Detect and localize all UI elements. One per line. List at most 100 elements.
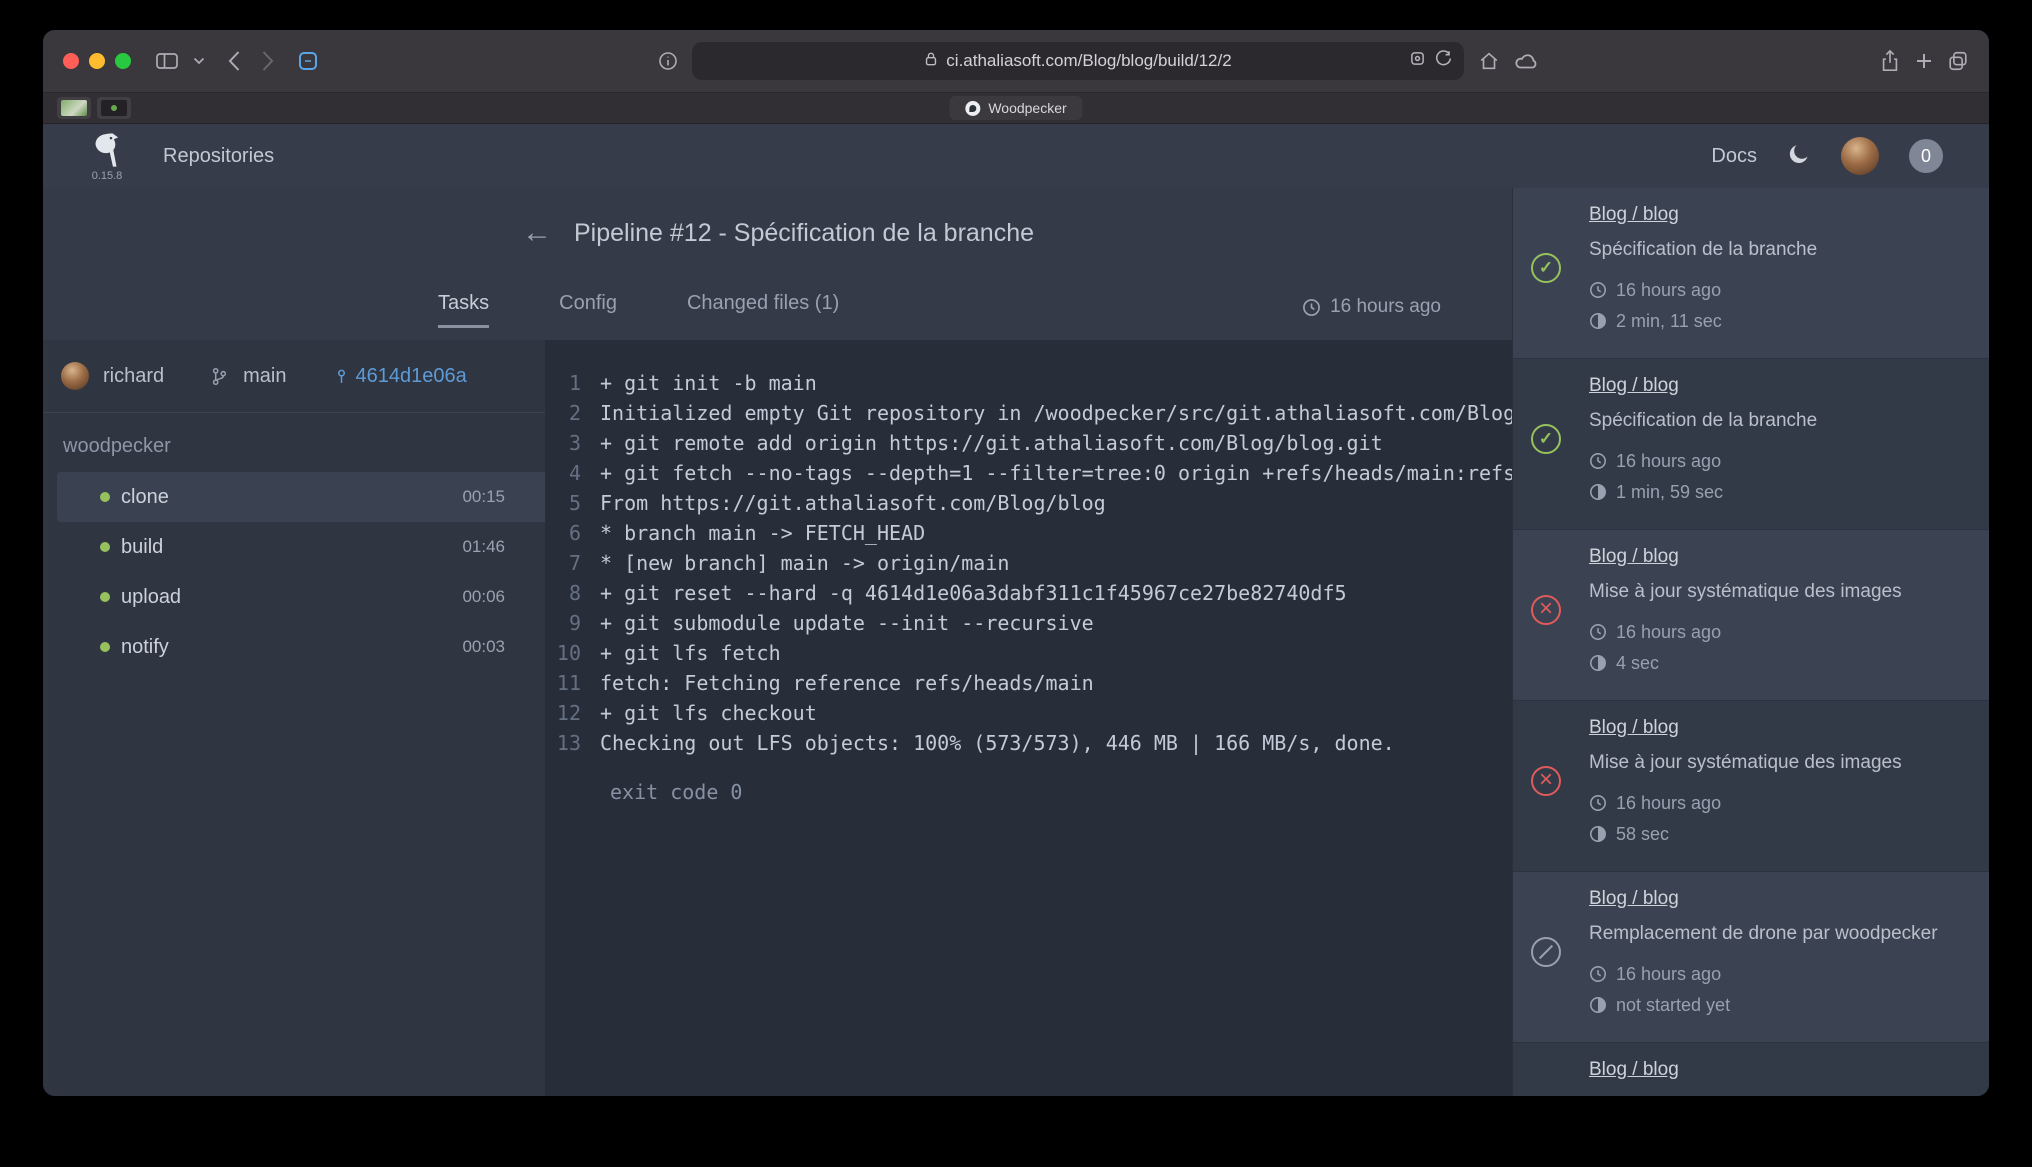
- clock-icon: [1589, 965, 1607, 983]
- reload-icon[interactable]: [1435, 50, 1452, 72]
- page-info-icon[interactable]: [658, 51, 678, 71]
- active-browser-tab[interactable]: Woodpecker: [949, 96, 1082, 120]
- app-version: 0.15.8: [92, 171, 123, 182]
- back-button-icon[interactable]: [227, 50, 241, 72]
- pipeline-tab[interactable]: Changed files (1): [687, 292, 839, 328]
- new-tab-icon[interactable]: [1915, 52, 1933, 70]
- pinned-tab-1[interactable]: [57, 97, 91, 119]
- time-ago-text: 16 hours ago: [1616, 622, 1721, 643]
- repo-link[interactable]: Blog / blog: [1589, 886, 1679, 912]
- build-meta: richard main 4614d1e06a: [43, 340, 545, 412]
- sidebar-toggle-icon[interactable]: [155, 51, 179, 71]
- pipeline-tab[interactable]: Config: [559, 292, 617, 328]
- branch-name: main: [243, 365, 286, 388]
- minimize-window-button[interactable]: [89, 53, 105, 69]
- home-icon[interactable]: [1478, 50, 1500, 72]
- pipeline-tab[interactable]: Tasks: [438, 292, 489, 328]
- duration-text: 1 min, 59 sec: [1616, 482, 1723, 503]
- time-ago-text: 16 hours ago: [1616, 793, 1721, 814]
- zoom-window-button[interactable]: [115, 53, 131, 69]
- log-line-number[interactable]: 5: [555, 488, 581, 518]
- log-line-number[interactable]: 11: [555, 668, 581, 698]
- tasks-panel: richard main 4614d1e06a woodpeck: [43, 340, 545, 1096]
- pipeline-status-icon: [1531, 424, 1561, 454]
- task-status-dot: [100, 642, 110, 652]
- repo-link[interactable]: Blog / blog: [1589, 544, 1679, 570]
- pipeline-status-icon: [1531, 253, 1561, 283]
- time-ago-text: 16 hours ago: [1616, 964, 1721, 985]
- lock-icon: [924, 51, 938, 72]
- log-line: 6 * branch main -> FETCH_HEAD: [555, 518, 1513, 548]
- tab-overview-icon[interactable]: [1947, 50, 1969, 72]
- pipeline-list-item[interactable]: Blog / blog Spécification de la branche …: [1513, 188, 1989, 359]
- log-line-number[interactable]: 12: [555, 698, 581, 728]
- pipeline-list-item[interactable]: Blog / blog Mise à jour systématique des…: [1513, 530, 1989, 701]
- repo-link[interactable]: Blog / blog: [1589, 1057, 1679, 1083]
- queue-count-badge[interactable]: 0: [1909, 139, 1943, 173]
- log-line-number[interactable]: 2: [555, 398, 581, 428]
- log-line-number[interactable]: 7: [555, 548, 581, 578]
- clock-icon: [1589, 794, 1607, 812]
- author-name: richard: [103, 365, 164, 388]
- woodpecker-app: 0.15.8 Repositories Docs 0 ← Pipeline #1…: [43, 124, 1989, 1096]
- url-text: ci.athaliasoft.com/Blog/blog/build/12/2: [946, 51, 1231, 71]
- log-line-number[interactable]: 10: [555, 638, 581, 668]
- log-line-text: + git fetch --no-tags --depth=1 --filter…: [600, 458, 1513, 488]
- log-line-number[interactable]: 4: [555, 458, 581, 488]
- nav-docs-link[interactable]: Docs: [1711, 145, 1757, 168]
- task-status-dot: [100, 492, 110, 502]
- log-line-number[interactable]: 3: [555, 428, 581, 458]
- log-line-number[interactable]: 6: [555, 518, 581, 548]
- repo-link[interactable]: Blog / blog: [1589, 202, 1679, 228]
- task-group-label: woodpecker: [43, 413, 545, 472]
- log-line-text: + git init -b main: [600, 368, 817, 398]
- pinned-tab-2[interactable]: [97, 97, 131, 119]
- task-row[interactable]: clone 00:15: [57, 472, 545, 522]
- pipeline-list-item[interactable]: Blog / blog Mise à jour systématique des…: [1513, 701, 1989, 872]
- log-line-number[interactable]: 9: [555, 608, 581, 638]
- log-line-text: Checking out LFS objects: 100% (573/573)…: [600, 728, 1395, 758]
- desktop-background: ci.athaliasoft.com/Blog/blog/build/12/2: [0, 0, 2032, 1167]
- share-icon[interactable]: [1879, 49, 1901, 73]
- cloud-tabs-icon[interactable]: [1514, 51, 1540, 71]
- repo-link[interactable]: Blog / blog: [1589, 715, 1679, 741]
- tab-title: Woodpecker: [988, 100, 1066, 116]
- commit-link[interactable]: 4614d1e06a: [333, 365, 467, 388]
- log-line-number[interactable]: 8: [555, 578, 581, 608]
- woodpecker-logo[interactable]: 0.15.8: [89, 131, 125, 182]
- pipeline-status-icon: [1531, 595, 1561, 625]
- log-line-number[interactable]: 13: [555, 728, 581, 758]
- commit-message: Remplacement de drone par woodpecker: [1589, 1092, 1969, 1096]
- browser-toolbar: ci.athaliasoft.com/Blog/blog/build/12/2: [43, 30, 1989, 93]
- log-line: 2 Initialized empty Git repository in /w…: [555, 398, 1513, 428]
- task-row[interactable]: upload 00:06: [57, 572, 545, 622]
- chevron-down-icon[interactable]: [193, 57, 205, 65]
- back-arrow-icon[interactable]: ←: [522, 218, 552, 248]
- log-line-text: + git lfs checkout: [600, 698, 817, 728]
- close-window-button[interactable]: [63, 53, 79, 69]
- user-avatar[interactable]: [1841, 137, 1879, 175]
- log-line: 1 + git init -b main: [555, 368, 1513, 398]
- pipeline-time: 16 hours ago: [1302, 296, 1441, 318]
- new-page-icon[interactable]: [297, 50, 319, 72]
- commit-message: Remplacement de drone par woodpecker: [1589, 921, 1969, 947]
- log-line-number[interactable]: 1: [555, 368, 581, 398]
- task-row[interactable]: notify 00:03: [57, 622, 545, 672]
- task-row[interactable]: build 01:46: [57, 522, 545, 572]
- address-bar[interactable]: ci.athaliasoft.com/Blog/blog/build/12/2: [692, 42, 1464, 80]
- commit-icon: [333, 367, 350, 386]
- pipeline-list-item[interactable]: Blog / blog Spécification de la branche …: [1513, 359, 1989, 530]
- log-line-text: fetch: Fetching reference refs/heads/mai…: [600, 668, 1094, 698]
- pipeline-list-item[interactable]: Blog / blog Remplacement de drone par wo…: [1513, 872, 1989, 1043]
- nav-repositories-link[interactable]: Repositories: [163, 145, 274, 168]
- log-console: 1 + git init -b main 2 Initialized empty…: [545, 340, 1513, 1096]
- pipeline-list-item[interactable]: Blog / blog Remplacement de drone par wo…: [1513, 1043, 1989, 1096]
- repo-link[interactable]: Blog / blog: [1589, 373, 1679, 399]
- theme-toggle-moon-icon[interactable]: [1787, 142, 1811, 171]
- forward-button-icon[interactable]: [261, 50, 275, 72]
- extension-icon[interactable]: [1410, 51, 1425, 71]
- time-ago-text: 16 hours ago: [1330, 296, 1441, 318]
- browser-window: ci.athaliasoft.com/Blog/blog/build/12/2: [43, 30, 1989, 1096]
- duration-icon: [1589, 996, 1607, 1014]
- log-line-text: + git lfs fetch: [600, 638, 781, 668]
